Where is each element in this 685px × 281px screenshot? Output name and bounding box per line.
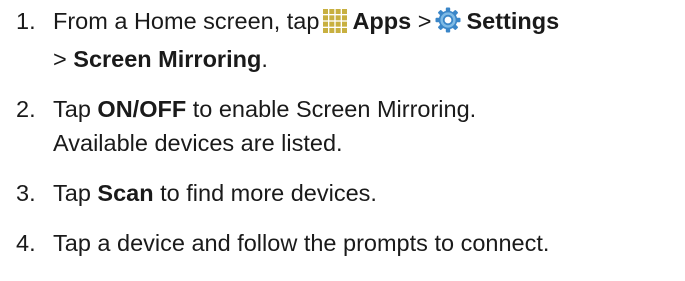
settings-gear-icon-svg xyxy=(435,7,461,33)
step-text-part: Tap xyxy=(53,96,91,122)
step-text: Tap a device and follow the prompts to c… xyxy=(53,226,685,260)
step-text-part: Tap xyxy=(53,180,91,206)
step-text-part: to find more devices. xyxy=(160,180,377,206)
apps-grid-icon xyxy=(323,8,348,42)
settings-label: Settings xyxy=(466,8,560,34)
step-text-part: to enable Screen Mirroring. xyxy=(192,96,477,122)
separator: > xyxy=(53,46,67,72)
step-line: Tap Scan to find more devices. xyxy=(53,176,685,210)
step-number: 1. xyxy=(16,8,36,34)
period: . xyxy=(261,46,268,72)
screen-mirroring-label: Screen Mirroring xyxy=(73,46,262,72)
settings-gear-icon xyxy=(435,7,461,42)
step-text: From a Home screen, tap Apps > Settings > … xyxy=(53,4,685,76)
step-text: Tap ON/OFF to enable Screen Mirroring. A… xyxy=(53,92,685,160)
separator: > xyxy=(417,8,432,34)
step-line: Tap a device and follow the prompts to c… xyxy=(53,230,550,256)
instruction-steps: 1. From a Home screen, tap Apps > Settings… xyxy=(0,0,685,281)
step-line: Available devices are listed. xyxy=(53,130,343,156)
apps-label: Apps xyxy=(352,8,412,34)
step-text-part: From a Home screen, tap xyxy=(53,8,320,34)
onoff-label: ON/OFF xyxy=(97,96,187,122)
step-number: 2. xyxy=(16,96,36,122)
step-number: 4. xyxy=(16,230,36,256)
step-line: Tap ON/OFF to enable Screen Mirroring. xyxy=(53,92,685,126)
step-line: > Screen Mirroring. xyxy=(53,42,685,76)
step-text: Tap Scan to find more devices. xyxy=(53,176,685,210)
step-line: From a Home screen, tap Apps > Settings xyxy=(53,4,685,42)
step-number: 3. xyxy=(16,180,36,206)
apps-grid-icon-svg xyxy=(323,9,348,33)
scan-label: Scan xyxy=(97,180,154,206)
